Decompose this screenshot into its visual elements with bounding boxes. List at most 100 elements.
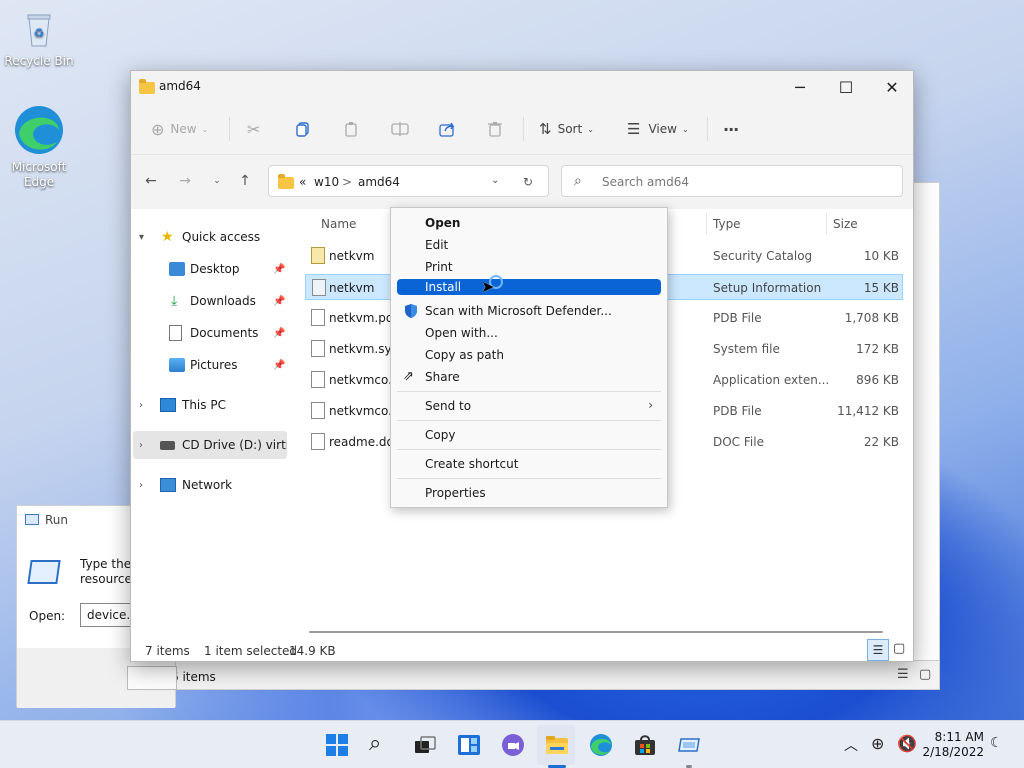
document-icon [169,325,182,341]
file-icon [311,402,325,419]
desktop-icon-label: Recycle Bin [4,54,74,68]
cut-button[interactable]: ✂ [247,117,260,141]
notification-moon-icon[interactable]: ☾ [990,735,1003,751]
nav-label: This PC [182,398,226,412]
store-taskbar-button[interactable] [633,733,657,757]
file-type: PDB File [713,311,762,325]
file-name: netkvmco.d [329,373,400,387]
delete-button[interactable] [487,117,503,141]
show-hidden-icons-chevron-icon[interactable]: ︿ [844,735,858,755]
file-name: netkvmco.p [329,404,400,418]
horizontal-scrollbar[interactable] [309,631,883,633]
chevron-right-icon: › [139,479,143,491]
maximize-button[interactable]: ☐ [823,71,869,103]
system-clock[interactable]: 8:11 AM 2/18/2022 [922,730,984,760]
address-bar[interactable]: « w10 > amd64 ⌄ ↻ [268,165,549,197]
file-icon [311,309,325,326]
nav-documents[interactable]: Documents 📌 [131,319,291,347]
edge-taskbar-button[interactable] [589,733,613,757]
menu-item-open[interactable]: Open [397,213,661,233]
nav-desktop[interactable]: Desktop 📌 [131,255,291,283]
pin-icon: 📌 [273,295,286,307]
search-button[interactable]: ⌕ [369,733,393,757]
status-selection-size: 14.9 KB [289,644,336,658]
pin-icon: 📌 [273,327,286,339]
search-box[interactable]: ⌕ Search amd64 [561,165,903,197]
column-header-size[interactable]: Size [833,217,858,231]
breadcrumb-segment[interactable]: w10 [314,175,339,189]
file-explorer-taskbar-button[interactable] [545,733,569,757]
more-options-button[interactable]: ··· [723,117,739,141]
title-bar[interactable]: amd64 ─ ☐ ✕ [131,71,913,103]
refresh-icon[interactable]: ↻ [523,175,533,189]
run-title: Run [45,513,69,527]
copy-button[interactable] [295,117,311,141]
start-button[interactable] [325,733,349,757]
sort-button[interactable]: ⇅ Sort ⌄ [539,117,594,141]
globe-icon[interactable]: ⊕ [871,734,884,753]
menu-item-copy-as-path[interactable]: Copy as path [397,345,661,365]
view-button[interactable]: ☰ View ⌄ [627,117,689,141]
nav-label: Pictures [190,358,238,372]
trash-icon [488,122,502,137]
column-header-type[interactable]: Type [713,217,741,231]
nav-pictures[interactable]: Pictures 📌 [131,351,291,379]
search-input[interactable]: Search amd64 [602,175,689,189]
file-icon [311,433,325,450]
menu-item-copy[interactable]: Copy [397,425,661,445]
new-button[interactable]: ⊕ New ⌄ [151,117,208,141]
menu-item-create-shortcut[interactable]: Create shortcut [397,454,661,474]
nav-label: Quick access [182,230,261,244]
rename-icon [391,122,409,136]
address-history-chevron-icon[interactable]: ⌄ [491,175,499,186]
close-button[interactable]: ✕ [869,71,915,103]
file-name: netkvm [329,281,375,295]
up-button[interactable]: ↑ [233,169,257,193]
file-size: 10 KB [863,249,899,263]
forward-button[interactable]: → [173,169,197,193]
file-size: 15 KB [863,281,899,295]
tiles-view-icon[interactable]: ▢ [919,667,931,682]
run-program-icon [27,560,61,584]
status-selection: 1 item selected [204,644,298,658]
menu-item-install[interactable]: Install ➤ [397,275,661,296]
windows-logo-icon [326,734,348,756]
file-size: 22 KB [863,435,899,449]
breadcrumb-segment[interactable]: amd64 [358,175,400,189]
minimize-button[interactable]: ─ [777,71,823,103]
copy-icon [296,122,309,137]
run-taskbar-button[interactable] [677,733,701,757]
widgets-button[interactable] [457,733,481,757]
desktop-icon-edge[interactable]: Microsoft Edge [4,104,74,190]
volume-muted-icon[interactable]: 🔇 [897,734,917,753]
share-button[interactable] [439,117,457,141]
desktop-icon-recycle-bin[interactable]: ♻ Recycle Bin [4,10,74,68]
menu-item-open-with[interactable]: Open with... [397,323,661,343]
window-title: amd64 [159,79,201,93]
column-header-name[interactable]: Name [321,217,356,231]
menu-item-print[interactable]: Print [397,257,661,277]
menu-item-edit[interactable]: Edit [397,235,661,255]
menu-item-scan-defender[interactable]: Scan with Microsoft Defender... [397,301,661,321]
paste-button[interactable] [343,117,359,141]
system-file-icon [311,340,325,357]
tiles-view-icon[interactable]: ▢ [893,641,905,656]
menu-item-send-to[interactable]: Send to › [397,396,661,416]
nav-downloads[interactable]: ⤓ Downloads 📌 [131,287,291,315]
mouse-pointer-icon: ➤ [481,277,495,296]
back-button[interactable]: ← [139,169,163,193]
run-ok-button[interactable] [127,666,177,690]
rename-button[interactable] [391,117,409,141]
context-menu[interactable]: Open Edit Print Install ➤ Scan with Micr… [390,207,668,508]
details-view-icon[interactable]: ☰ [897,667,909,682]
recent-locations-button[interactable]: ⌄ [205,169,229,193]
details-view-icon[interactable]: ☰ [867,639,889,661]
task-view-button[interactable] [413,733,437,757]
chat-button[interactable] [501,733,525,757]
download-icon: ⤓ [171,293,178,309]
cd-drive-icon [160,440,175,450]
menu-item-properties[interactable]: Properties [397,483,661,503]
address-overflow[interactable]: « [299,175,306,189]
menu-item-share[interactable]: ⇗ Share [397,367,661,387]
nav-cd-drive[interactable]: › CD Drive (D:) virtio-w [131,431,287,459]
